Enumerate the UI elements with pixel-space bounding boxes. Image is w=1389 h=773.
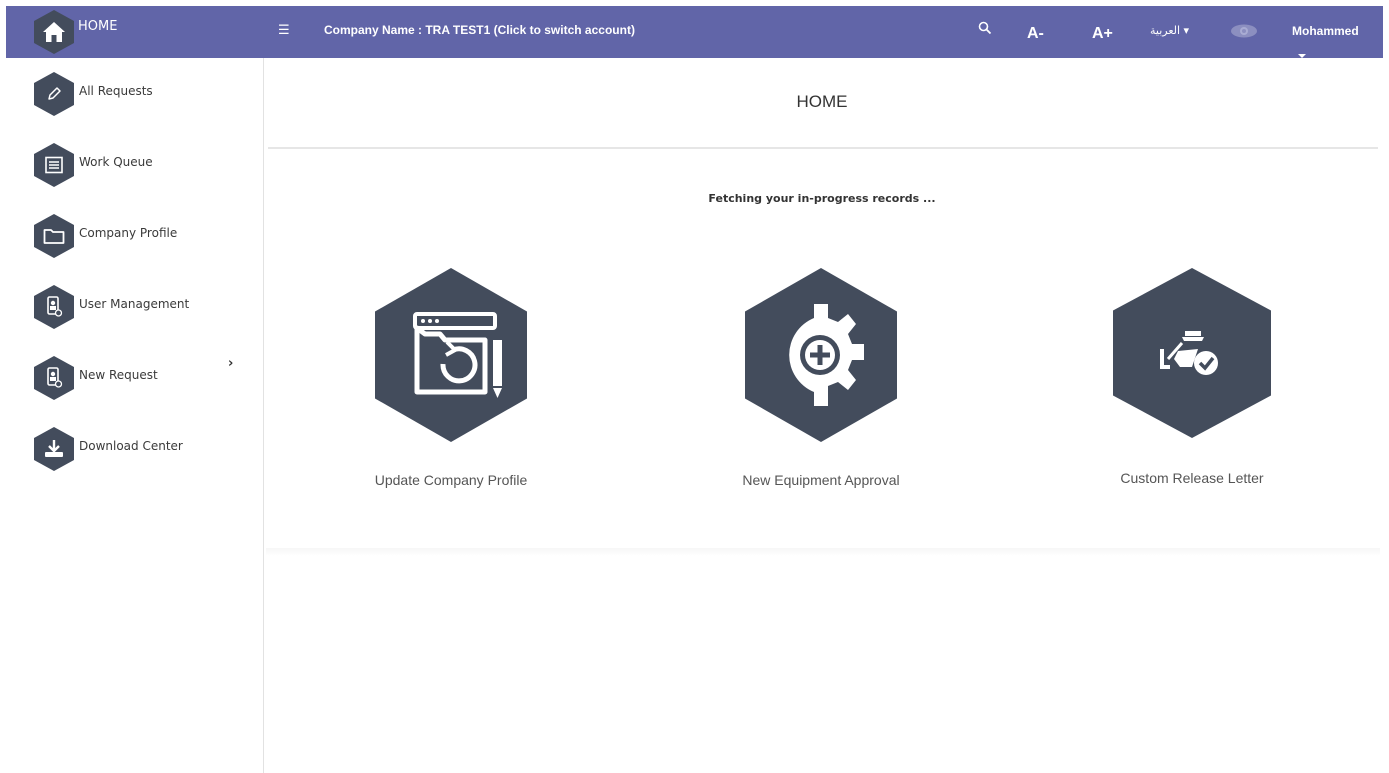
sidebar-item-new-request[interactable]: New Request	[34, 356, 158, 400]
eye-icon[interactable]	[1230, 23, 1258, 43]
top-bar: HOME ☰ Company Name : TRA TEST1 (Click t…	[6, 6, 1383, 58]
sidebar-item-all-requests[interactable]: All Requests	[34, 72, 153, 116]
menu-toggle-icon[interactable]: ☰	[278, 23, 290, 38]
gear-plus-icon	[745, 268, 897, 442]
home-label: HOME	[78, 18, 118, 34]
pencil-icon	[34, 72, 74, 116]
company-switcher[interactable]: Company Name : TRA TEST1 (Click to switc…	[324, 23, 635, 37]
sidebar-item-download-center[interactable]: Download Center	[34, 427, 183, 471]
officer-check-icon	[1113, 268, 1271, 438]
sidebar-item-user-management[interactable]: User Management	[34, 285, 189, 329]
search-icon[interactable]	[978, 20, 992, 39]
list-icon	[34, 143, 74, 187]
user-badge-icon	[34, 285, 74, 329]
font-decrease-button[interactable]: A-	[1027, 25, 1044, 43]
update-company-profile-tile[interactable]: Update Company Profile	[331, 268, 571, 488]
loading-status: Fetching your in-progress records ...	[708, 192, 936, 205]
sidebar-item-company-profile[interactable]: Company Profile	[34, 214, 177, 258]
language-dropdown[interactable]: العربية ▾	[1150, 24, 1189, 37]
sidebar-item-work-queue[interactable]: Work Queue	[34, 143, 153, 187]
chevron-right-icon[interactable]: ›	[228, 356, 233, 371]
sidebar: All Requests Work Queue Company Profile	[0, 58, 264, 773]
chevron-down-icon[interactable]	[1298, 54, 1306, 58]
content-divider	[266, 548, 1380, 556]
user-menu[interactable]: Mohammed	[1292, 24, 1359, 38]
sidebar-item-label: Download Center	[79, 439, 183, 453]
sidebar-item-label: User Management	[79, 297, 190, 311]
divider	[268, 147, 1378, 149]
new-equipment-approval-tile[interactable]: New Equipment Approval	[701, 268, 941, 488]
font-increase-button[interactable]: A+	[1092, 25, 1113, 43]
download-icon	[34, 427, 74, 471]
tile-label: Update Company Profile	[374, 472, 528, 488]
folder-icon	[34, 214, 74, 258]
sidebar-item-label: New Request	[79, 368, 158, 382]
page-title: HOME	[796, 92, 848, 111]
home-link[interactable]: HOME	[34, 10, 117, 54]
sidebar-item-label: Work Queue	[79, 155, 153, 169]
home-icon	[34, 10, 74, 54]
folder-refresh-icon	[375, 268, 527, 442]
user-badge-icon	[34, 356, 74, 400]
tile-label: Custom Release Letter	[1120, 470, 1264, 486]
custom-release-letter-tile[interactable]: Custom Release Letter	[1072, 268, 1312, 486]
sidebar-item-label: Company Profile	[79, 226, 178, 240]
sidebar-item-label: All Requests	[79, 84, 153, 98]
tile-label: New Equipment Approval	[742, 472, 900, 488]
